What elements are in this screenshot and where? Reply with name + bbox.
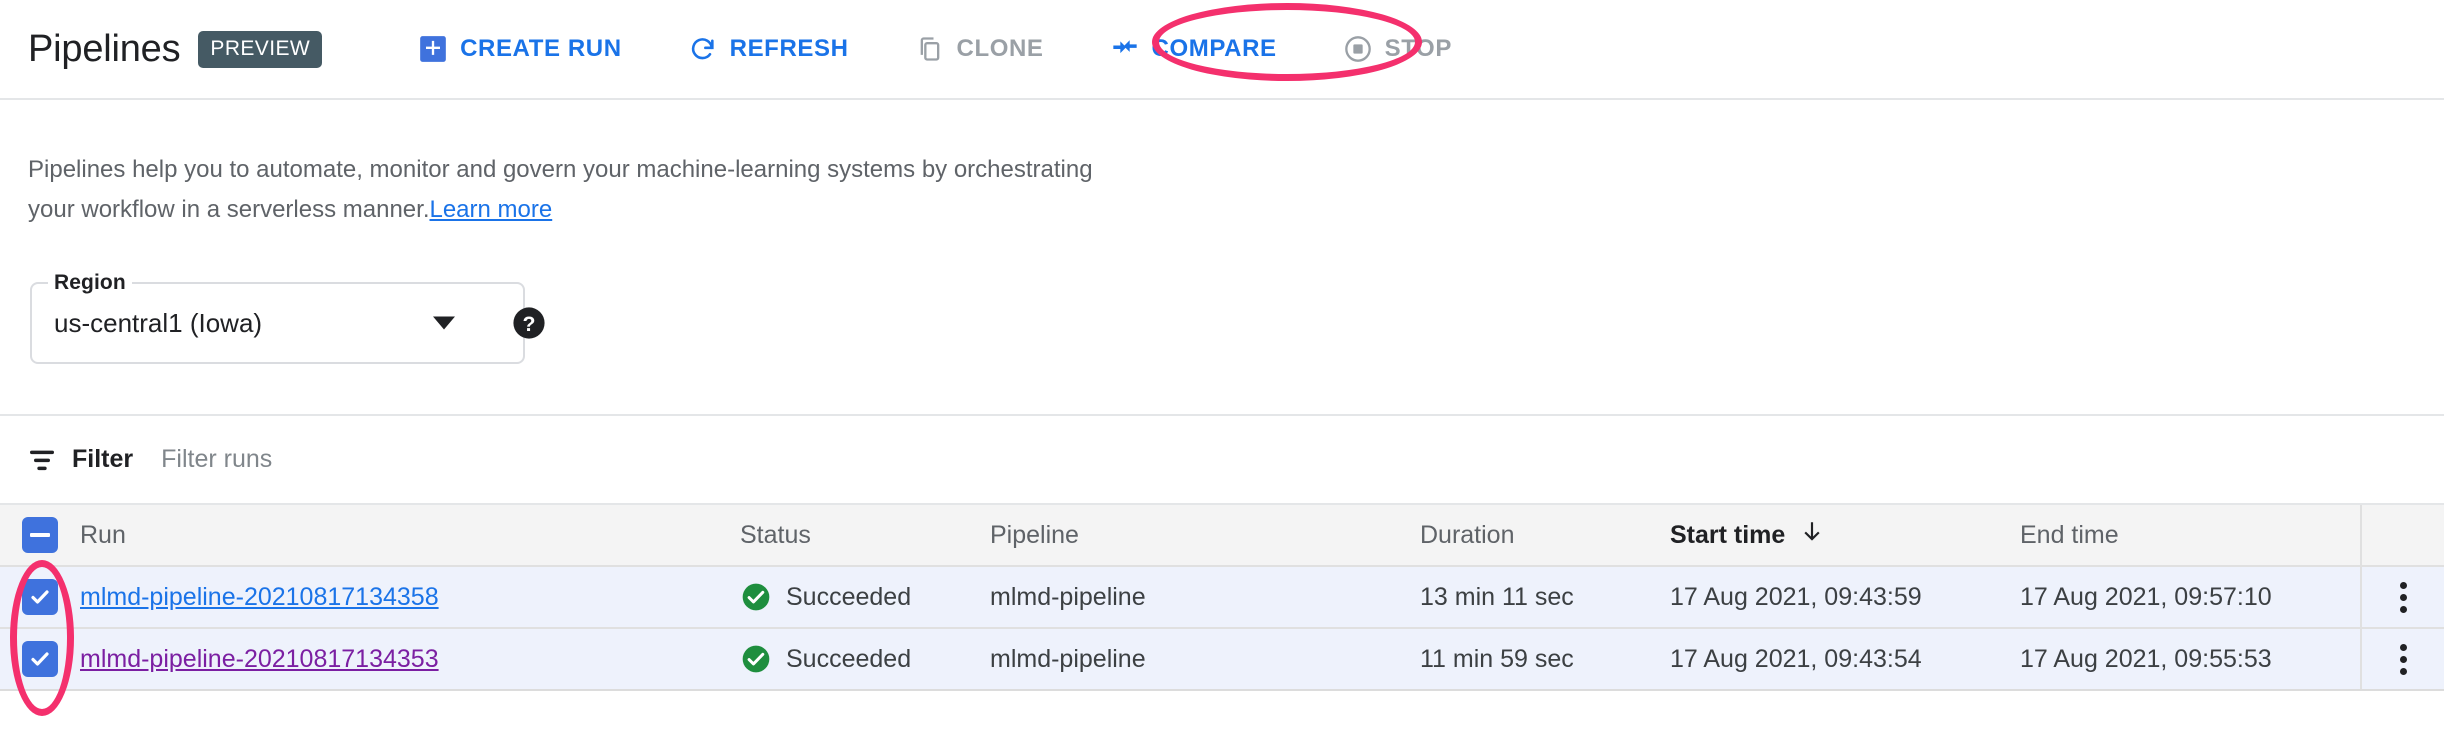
compare-button[interactable]: COMPARE	[1098, 26, 1289, 72]
duration-value: 11 min 59 sec	[1420, 645, 1574, 673]
compare-label: COMPARE	[1152, 35, 1277, 63]
start-time-value: 17 Aug 2021, 09:43:59	[1670, 583, 1922, 611]
check-circle-icon	[740, 643, 772, 675]
column-header-start-time[interactable]: Start time	[1670, 518, 2020, 553]
refresh-button[interactable]: REFRESH	[676, 26, 861, 72]
svg-text:?: ?	[523, 312, 536, 336]
duration-value: 13 min 11 sec	[1420, 583, 1574, 611]
sort-descending-arrow-icon	[1799, 518, 1825, 553]
column-header-duration[interactable]: Duration	[1420, 521, 1515, 549]
table-header-row: Run Status Pipeline Duration Start time …	[0, 505, 2444, 567]
runs-table: Run Status Pipeline Duration Start time …	[0, 505, 2444, 691]
region-selector[interactable]: Region us-central1 (Iowa) ?	[30, 282, 525, 364]
chevron-down-icon[interactable]	[433, 317, 455, 330]
kebab-menu-icon[interactable]	[2394, 638, 2413, 681]
region-label: Region	[48, 271, 132, 295]
kebab-menu-icon[interactable]	[2394, 576, 2413, 619]
status-text: Succeeded	[786, 583, 911, 612]
page-title: Pipelines	[28, 28, 180, 71]
stop-icon	[1343, 34, 1373, 64]
help-icon[interactable]: ?	[512, 306, 546, 340]
create-run-label: CREATE RUN	[460, 35, 622, 63]
column-header-run[interactable]: Run	[80, 521, 126, 549]
description-text: Pipelines help you to automate, monitor …	[28, 156, 1093, 223]
column-header-status[interactable]: Status	[740, 521, 811, 550]
start-time-value: 17 Aug 2021, 09:43:54	[1670, 645, 1922, 673]
filter-label: Filter	[72, 445, 133, 474]
refresh-label: REFRESH	[730, 35, 849, 63]
refresh-icon	[688, 34, 718, 64]
row-select-cell[interactable]	[0, 579, 80, 615]
table-row[interactable]: mlmd-pipeline-20210817134358 Succeeded m…	[0, 567, 2444, 629]
plus-box-icon	[418, 34, 448, 64]
pipeline-name: mlmd-pipeline	[990, 645, 1146, 673]
row-menu-cell[interactable]	[2360, 567, 2444, 627]
create-run-button[interactable]: CREATE RUN	[406, 26, 634, 72]
stop-label: STOP	[1385, 35, 1452, 63]
row-menu-cell[interactable]	[2360, 629, 2444, 689]
compare-arrows-icon	[1110, 34, 1140, 64]
filter-input[interactable]	[161, 445, 861, 474]
table-row[interactable]: mlmd-pipeline-20210817134353 Succeeded m…	[0, 629, 2444, 691]
region-field[interactable]: Region us-central1 (Iowa) ?	[30, 282, 525, 364]
end-time-value: 17 Aug 2021, 09:55:53	[2020, 645, 2272, 673]
clone-button[interactable]: CLONE	[903, 26, 1056, 72]
status-text: Succeeded	[786, 645, 911, 674]
clone-label: CLONE	[957, 35, 1044, 63]
stop-button[interactable]: STOP	[1331, 26, 1464, 72]
region-value: us-central1 (Iowa)	[54, 308, 262, 339]
page-description: Pipelines help you to automate, monitor …	[28, 150, 1128, 230]
filter-icon[interactable]	[26, 444, 58, 476]
row-checkbox[interactable]	[22, 641, 58, 677]
select-all-cell[interactable]	[0, 517, 80, 553]
run-name-link[interactable]: mlmd-pipeline-20210817134353	[80, 645, 439, 673]
select-all-checkbox[interactable]	[22, 517, 58, 553]
column-header-start-time-label: Start time	[1670, 521, 1785, 550]
clone-icon	[915, 34, 945, 64]
page-header: Pipelines PREVIEW CREATE RUN REFRESH	[0, 0, 2444, 100]
check-circle-icon	[740, 581, 772, 613]
end-time-value: 17 Aug 2021, 09:57:10	[2020, 583, 2272, 611]
row-select-cell[interactable]	[0, 641, 80, 677]
preview-badge: PREVIEW	[198, 31, 322, 68]
learn-more-link[interactable]: Learn more	[429, 196, 552, 223]
filter-bar: Filter	[0, 416, 2444, 503]
pipeline-name: mlmd-pipeline	[990, 583, 1146, 611]
column-header-end-time[interactable]: End time	[2020, 521, 2119, 549]
column-header-pipeline[interactable]: Pipeline	[990, 521, 1079, 549]
row-checkbox[interactable]	[22, 579, 58, 615]
header-menu-cell	[2360, 505, 2444, 565]
pipelines-page: Pipelines PREVIEW CREATE RUN REFRESH	[0, 0, 2444, 754]
toolbar: CREATE RUN REFRESH CLONE	[406, 26, 1464, 72]
run-name-link[interactable]: mlmd-pipeline-20210817134358	[80, 583, 439, 611]
